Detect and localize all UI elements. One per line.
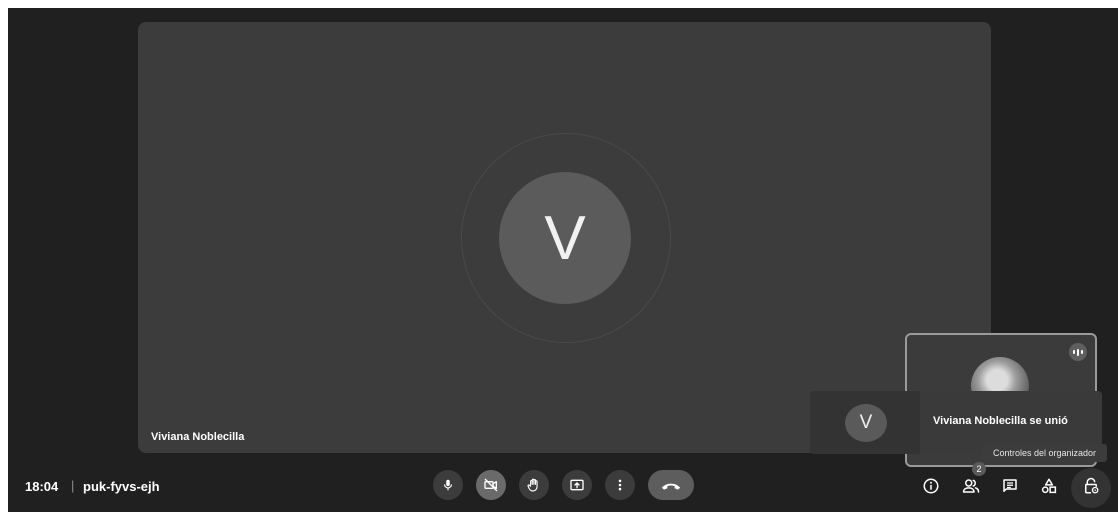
participant-avatar: V bbox=[499, 172, 631, 304]
more-vert-icon bbox=[618, 479, 622, 491]
chat-button[interactable] bbox=[996, 472, 1024, 500]
meeting-details-button[interactable] bbox=[917, 472, 945, 500]
mic-icon bbox=[443, 479, 453, 491]
present-screen-icon bbox=[570, 479, 584, 491]
join-notification-text: Viviana Noblecilla se unió bbox=[933, 415, 1068, 427]
main-participant-tile: V Viviana Noblecilla bbox=[138, 22, 991, 453]
present-screen-button[interactable] bbox=[562, 470, 592, 500]
activities-button[interactable] bbox=[1035, 472, 1063, 500]
meeting-clock: 18:04 bbox=[25, 479, 59, 494]
audio-level-icon bbox=[1069, 343, 1087, 361]
video-off-icon bbox=[484, 478, 498, 492]
people-icon bbox=[962, 479, 980, 493]
people-button[interactable] bbox=[957, 472, 985, 500]
leave-call-button[interactable] bbox=[648, 470, 694, 500]
join-notification-avatar: V bbox=[845, 404, 887, 442]
participant-count-badge: 2 bbox=[972, 462, 986, 476]
microphone-button[interactable] bbox=[433, 470, 463, 500]
host-controls-tooltip: Controles del organizador bbox=[982, 444, 1107, 462]
host-controls-button[interactable] bbox=[1077, 472, 1105, 500]
activities-icon bbox=[1041, 478, 1057, 494]
meeting-code[interactable]: puk-fyvs-ejh bbox=[83, 479, 160, 494]
hand-icon bbox=[527, 478, 538, 492]
camera-toggle-button[interactable] bbox=[476, 470, 506, 500]
call-end-icon bbox=[661, 483, 681, 490]
info-icon bbox=[923, 478, 939, 494]
raise-hand-button[interactable] bbox=[519, 470, 549, 500]
chat-icon bbox=[1003, 479, 1017, 492]
host-controls-icon bbox=[1085, 477, 1099, 494]
participant-name-label: Viviana Noblecilla bbox=[151, 431, 245, 443]
meeting-info-separator: | bbox=[71, 478, 75, 493]
meet-call-window: V Viviana Noblecilla V Viviana Noblecill… bbox=[8, 8, 1118, 512]
more-options-button[interactable] bbox=[605, 470, 635, 500]
join-notification-avatar-area: V bbox=[810, 391, 920, 454]
